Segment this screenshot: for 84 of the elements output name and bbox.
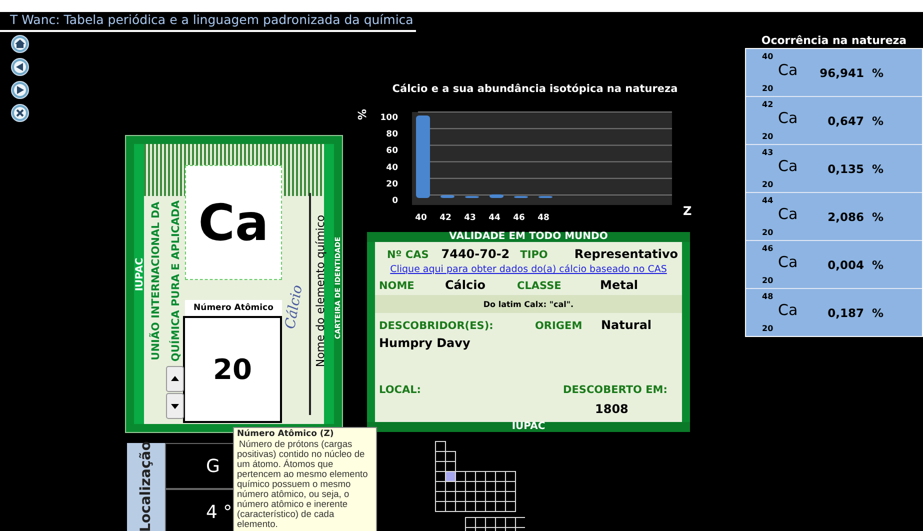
isotope-symbol: Ca	[778, 157, 798, 175]
location-label: Localização	[138, 442, 154, 531]
field-label: DESCOBRIDOR(ES):	[379, 320, 494, 332]
atomic-number: 20	[762, 228, 774, 237]
field-label: ORIGEM	[535, 320, 584, 332]
cas-link[interactable]: Clique aqui para obter dados do(a) cálcio baseado no CAS	[390, 264, 667, 275]
field-value: Natural	[601, 318, 652, 332]
isotope-symbol: Ca	[778, 205, 798, 223]
field-value: Humpry Davy	[379, 336, 470, 350]
field-label: DESCOBERTO EM:	[563, 384, 668, 396]
atomic-number: 20	[762, 180, 774, 189]
x-tick-label: 48	[538, 213, 550, 223]
field-label: TIPO	[520, 249, 549, 261]
field-label: NOME	[379, 280, 416, 292]
card-footer: IUPAC	[367, 422, 690, 432]
mass-number: 46	[762, 244, 774, 253]
abundance-value: 0,004	[826, 258, 864, 272]
field-value: 1808	[595, 402, 628, 416]
organization-name: UNIÃO INTERNACIONAL DA	[149, 200, 163, 362]
abundance-value: 96,941	[818, 66, 864, 80]
y-tick-label: 20	[386, 179, 398, 190]
close-icon[interactable]	[11, 104, 29, 122]
x-tick-label: 43	[464, 213, 476, 223]
tooltip-title: Número Atômico (Z)	[237, 429, 335, 439]
mass-number: 42	[762, 100, 774, 109]
axis-annotation: Z	[683, 204, 692, 218]
spin-down-button[interactable]	[166, 393, 184, 419]
atomic-number: 20	[762, 324, 774, 333]
isotope-symbol: Ca	[778, 301, 798, 319]
unit-label: %	[872, 210, 884, 224]
x-tick-label: 44	[488, 213, 500, 223]
field-value: Metal	[600, 278, 638, 292]
isotope-symbol: Ca	[778, 253, 798, 271]
unit-label: %	[872, 258, 884, 272]
y-tick-label: 0	[392, 196, 398, 206]
y-tick-label: 40	[386, 162, 398, 173]
unit-label: %	[872, 66, 884, 80]
side-label: IUPAC	[134, 256, 146, 294]
x-tick-label: 46	[513, 213, 525, 223]
isotope-symbol: Ca	[778, 109, 798, 127]
y-tick-label: 60	[386, 146, 398, 156]
y-tick-label: 100	[380, 113, 398, 123]
atomic-number: 20	[762, 132, 774, 141]
field-label: CLASSE	[517, 280, 562, 292]
abundance-value: 0,135	[826, 162, 864, 176]
mass-number: 40	[762, 52, 774, 61]
atomic-number: 20	[762, 84, 774, 93]
unit-label: %	[872, 114, 884, 128]
mass-number: 44	[762, 196, 774, 205]
chart-title: Cálcio e a sua abundância isotópica na natureza	[392, 83, 678, 95]
back-icon[interactable]	[11, 58, 29, 76]
abundance-value: 2,086	[826, 210, 864, 224]
atomic-number: 20	[762, 276, 774, 285]
home-icon[interactable]	[11, 35, 29, 53]
table-title: Ocorrência na natureza	[760, 34, 908, 48]
field-label: Nº CAS	[387, 249, 430, 261]
x-tick-label: 42	[440, 213, 452, 223]
abundance-value: 0,187	[826, 306, 864, 320]
field-value: Cálcio	[445, 278, 486, 292]
chart-bar	[490, 194, 504, 198]
spin-up-button[interactable]	[166, 366, 184, 392]
mass-number: 48	[762, 292, 774, 301]
field-label: LOCAL:	[379, 384, 422, 396]
field-value: Representativo	[574, 247, 678, 261]
unit-label: %	[872, 306, 884, 320]
element-symbol: Ca	[185, 165, 282, 280]
name-caption: Nome do elemento químico	[314, 214, 328, 370]
isotope-symbol: Ca	[778, 61, 798, 79]
forward-icon[interactable]	[11, 81, 29, 99]
mass-number: 43	[762, 148, 774, 157]
window-title: T Wanc: Tabela periódica e a linguagem padronizada da química	[10, 12, 414, 27]
etymology-note: Do latim Calx: "cal".	[483, 300, 574, 308]
field-value: 7440-70-2	[441, 247, 511, 261]
y-axis-label: %	[355, 109, 368, 120]
organization-name: QUÍMICA PURA E APLICADA	[169, 199, 183, 364]
chart-bar	[440, 195, 454, 198]
atomic-number-label: Número Atômico	[185, 300, 282, 316]
element-signature: Cálcio	[282, 284, 306, 330]
atomic-number-field[interactable]: 20	[183, 316, 282, 423]
abundance-value: 0,647	[826, 114, 864, 128]
y-tick-label: 80	[386, 130, 398, 140]
x-tick-label: 40	[415, 213, 427, 223]
unit-label: %	[872, 162, 884, 176]
card-header: VALIDADE EM TODO MUNDO	[367, 232, 690, 242]
